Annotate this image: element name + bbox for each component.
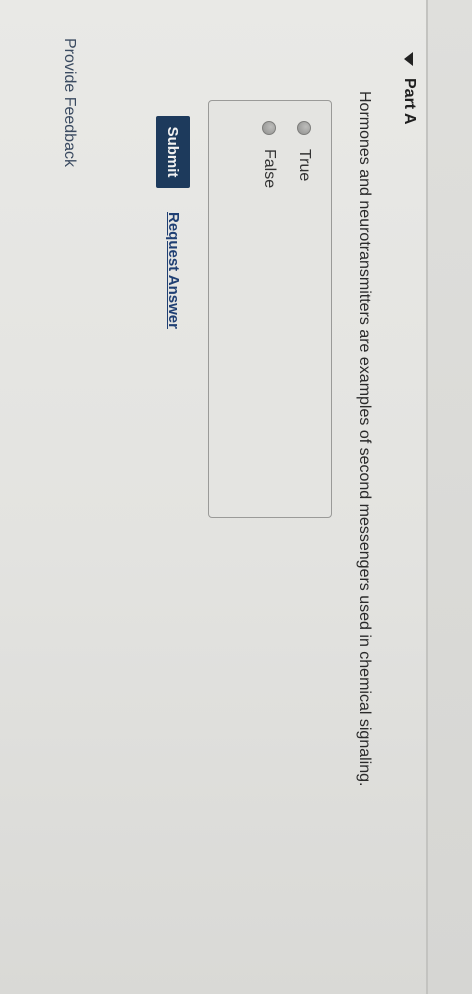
divider <box>426 0 428 994</box>
caret-down-icon[interactable] <box>404 52 414 66</box>
option-true[interactable]: True <box>295 121 313 181</box>
submit-button[interactable]: Submit <box>156 116 190 188</box>
option-label: False <box>261 149 278 189</box>
option-label: True <box>296 149 313 182</box>
provide-feedback-link[interactable]: Provide Feedback <box>60 38 78 167</box>
screen: Part A Hormones and neurotransmitters ar… <box>0 0 472 994</box>
top-band <box>428 0 472 994</box>
request-answer-link[interactable]: Request Answer <box>165 212 182 329</box>
part-title: Part A <box>401 78 418 125</box>
option-false[interactable]: False <box>260 121 278 188</box>
part-header[interactable]: Part A <box>400 52 418 125</box>
question-text: Hormones and neurotransmitters are examp… <box>356 91 373 787</box>
answer-options-box: True False <box>208 100 332 518</box>
radio-button-icon[interactable] <box>297 121 311 135</box>
radio-button-icon[interactable] <box>262 121 276 135</box>
